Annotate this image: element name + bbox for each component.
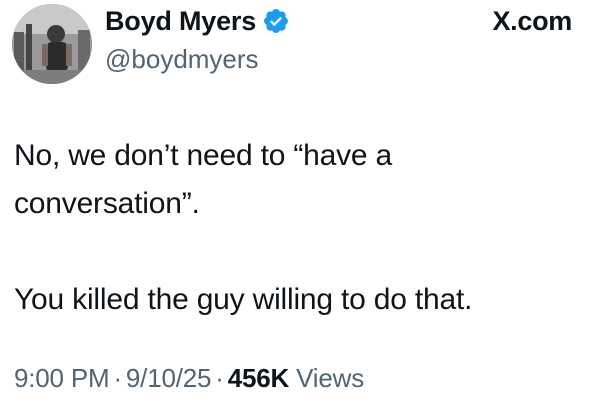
meta-separator: · [215, 363, 224, 393]
tweet-text-line: conversation”. [14, 187, 200, 220]
views-label: Views [296, 363, 365, 393]
tweet-text-line: No, we don’t need to “have a [14, 139, 392, 172]
meta-separator: · [113, 363, 122, 393]
views-count[interactable]: 456K [228, 363, 290, 393]
author-handle[interactable]: @boydmyers [105, 44, 259, 75]
tweet-card: Boyd Myers @boydmyers X.com No, we don’t… [0, 0, 602, 409]
author-display-name[interactable]: Boyd Myers [105, 6, 256, 37]
verified-badge-icon[interactable] [262, 7, 290, 35]
avatar[interactable] [12, 4, 92, 84]
tweet-meta: 9:00 PM · 9/10/25 · 456K Views [14, 363, 364, 394]
source-label: X.com [492, 6, 572, 36]
author-name-row: Boyd Myers [105, 4, 290, 38]
tweet-time[interactable]: 9:00 PM [14, 363, 110, 393]
tweet-date[interactable]: 9/10/25 [126, 363, 212, 393]
tweet-text-line: You killed the guy willing to do that. [14, 283, 473, 316]
